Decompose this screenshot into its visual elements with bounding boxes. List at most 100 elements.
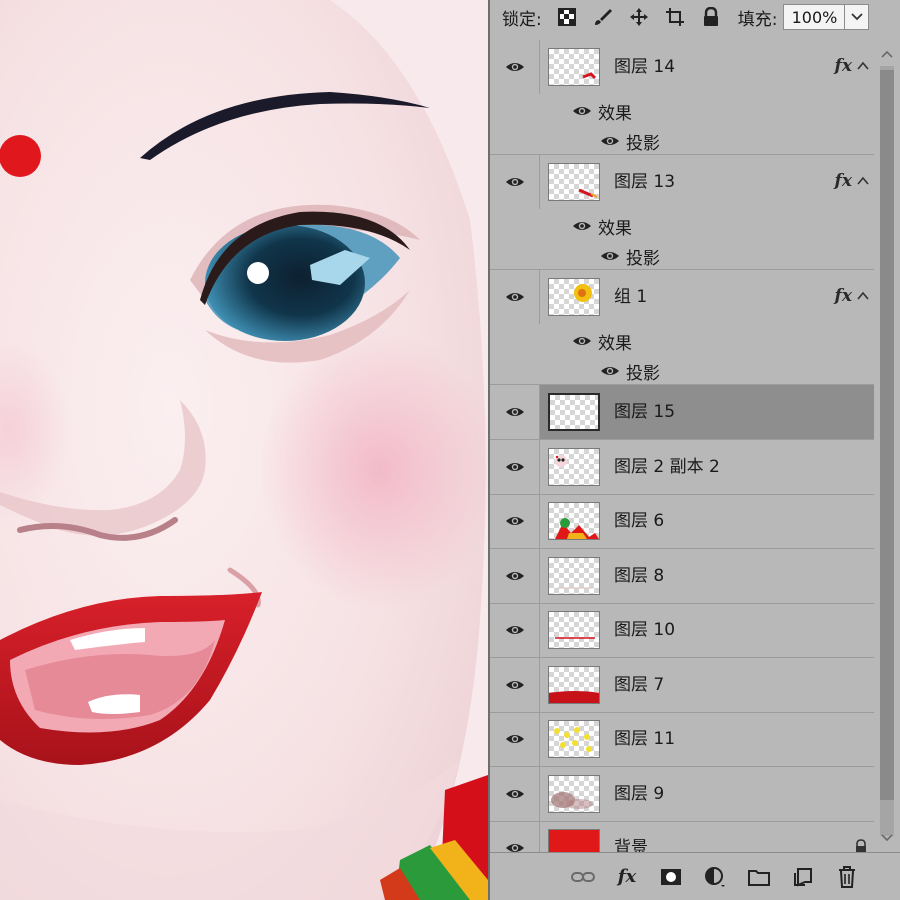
effects-row[interactable]: 效果	[572, 326, 632, 356]
fx-badge-icon[interactable]: fx	[835, 56, 852, 76]
visibility-eye-icon[interactable]	[490, 712, 540, 766]
lock-artboard-icon[interactable]	[664, 6, 686, 28]
layer-thumbnail[interactable]	[548, 278, 600, 316]
lock-transparent-icon[interactable]	[556, 6, 578, 28]
effects-visibility-eye-icon[interactable]	[572, 335, 592, 347]
layer-name[interactable]: 图层 10	[614, 603, 675, 657]
collapse-effects-icon[interactable]	[856, 173, 870, 187]
layer-thumbnail[interactable]	[548, 502, 600, 540]
scroll-thumb[interactable]	[880, 70, 894, 800]
visibility-eye-icon[interactable]	[490, 385, 540, 439]
drop-shadow-row[interactable]: 投影	[600, 241, 660, 271]
visibility-eye-icon[interactable]	[490, 40, 540, 94]
layer-name[interactable]: 图层 14	[614, 40, 675, 94]
layer-row[interactable]: 图层 10	[490, 603, 874, 658]
effects-row[interactable]: 效果	[572, 211, 632, 241]
canvas-artwork[interactable]	[0, 0, 488, 900]
drop-shadow-row[interactable]: 投影	[600, 126, 660, 156]
drop-shadow-visibility-eye-icon[interactable]	[600, 365, 620, 377]
layer-list: 图层 14 fx 效果 投影 图层 13 fx 效果 投影组 1 fx 效果 投影 图层 15 图层 2…	[490, 40, 874, 852]
layer-row[interactable]: 图层 9	[490, 767, 874, 822]
visibility-eye-icon[interactable]	[490, 440, 540, 494]
add-mask-icon[interactable]	[656, 862, 686, 892]
layer-thumbnail[interactable]	[548, 393, 600, 431]
layer-row-main[interactable]: 图层 6	[540, 494, 874, 548]
layer-thumbnail[interactable]	[548, 829, 600, 852]
adjustment-layer-icon[interactable]	[700, 862, 730, 892]
layer-row[interactable]: 图层 7	[490, 658, 874, 713]
layer-name[interactable]: 图层 2 副本 2	[614, 440, 720, 494]
visibility-eye-icon[interactable]	[490, 494, 540, 548]
layer-row-main[interactable]: 图层 10	[540, 603, 874, 657]
effects-row[interactable]: 效果	[572, 96, 632, 126]
collapse-effects-icon[interactable]	[856, 58, 870, 72]
visibility-eye-icon[interactable]	[490, 155, 540, 209]
layer-row-main[interactable]: 图层 7	[540, 658, 874, 712]
lock-position-move-icon[interactable]	[628, 6, 650, 28]
fx-badge-icon[interactable]: fx	[835, 286, 852, 306]
layer-name[interactable]: 组 1	[614, 270, 647, 324]
layer-row[interactable]: 图层 8	[490, 549, 874, 604]
drop-shadow-label: 投影	[626, 133, 660, 154]
layer-row[interactable]: 图层 15	[490, 385, 874, 440]
layer-thumbnail[interactable]	[548, 666, 600, 704]
lock-image-brush-icon[interactable]	[592, 6, 614, 28]
layer-row-main[interactable]: 图层 15	[540, 385, 874, 439]
delete-trash-icon[interactable]	[832, 862, 862, 892]
layer-thumbnail[interactable]	[548, 48, 600, 86]
scroll-down-icon[interactable]	[880, 830, 894, 846]
layer-row[interactable]: 组 1 fx 效果 投影	[490, 270, 874, 385]
visibility-eye-icon[interactable]	[490, 270, 540, 324]
drop-shadow-row[interactable]: 投影	[600, 356, 660, 386]
layer-name[interactable]: 图层 7	[614, 658, 664, 712]
layer-thumbnail[interactable]	[548, 720, 600, 758]
layer-thumbnail[interactable]	[548, 611, 600, 649]
layer-name[interactable]: 图层 8	[614, 549, 664, 603]
new-layer-icon[interactable]	[788, 862, 818, 892]
layer-name[interactable]: 背景	[614, 821, 648, 852]
visibility-eye-icon[interactable]	[490, 821, 540, 852]
layer-thumbnail[interactable]	[548, 163, 600, 201]
lock-all-padlock-icon[interactable]	[700, 6, 722, 28]
layer-name[interactable]: 图层 6	[614, 494, 664, 548]
layer-row-main[interactable]: 组 1 fx	[540, 270, 874, 324]
visibility-eye-icon[interactable]	[490, 767, 540, 821]
visibility-eye-icon[interactable]	[490, 603, 540, 657]
layer-name[interactable]: 图层 9	[614, 767, 664, 821]
layer-row[interactable]: 图层 11	[490, 712, 874, 767]
layer-row[interactable]: 图层 2 副本 2	[490, 440, 874, 495]
layers-panel: 锁定: 填充: 100% 图层 14 fx 效果 投影 图层 13 fx 效果 投影组 1 fx…	[488, 0, 900, 900]
layer-row[interactable]: 图层 13 fx 效果 投影	[490, 155, 874, 270]
visibility-eye-icon[interactable]	[490, 549, 540, 603]
layer-row-main[interactable]: 图层 2 副本 2	[540, 440, 874, 494]
layer-row-main[interactable]: 图层 13 fx	[540, 155, 874, 209]
layer-name[interactable]: 图层 13	[614, 155, 675, 209]
layer-row-main[interactable]: 背景	[540, 821, 874, 852]
layer-thumbnail[interactable]	[548, 775, 600, 813]
layer-name[interactable]: 图层 15	[614, 385, 675, 439]
effects-visibility-eye-icon[interactable]	[572, 105, 592, 117]
layer-row[interactable]: 背景	[490, 821, 874, 852]
layer-row-main[interactable]: 图层 11	[540, 712, 874, 766]
collapse-effects-icon[interactable]	[856, 288, 870, 302]
layer-row[interactable]: 图层 6	[490, 494, 874, 549]
layers-scrollbar[interactable]	[874, 40, 900, 852]
drop-shadow-visibility-eye-icon[interactable]	[600, 250, 620, 262]
link-layers-icon[interactable]	[568, 862, 598, 892]
layer-row-main[interactable]: 图层 8	[540, 549, 874, 603]
layer-row-main[interactable]: 图层 14 fx	[540, 40, 874, 94]
fill-input[interactable]: 100%	[783, 4, 846, 30]
layer-thumbnail[interactable]	[548, 448, 600, 486]
effects-visibility-eye-icon[interactable]	[572, 220, 592, 232]
layer-thumbnail[interactable]	[548, 557, 600, 595]
scroll-up-icon[interactable]	[880, 46, 894, 62]
layer-row-main[interactable]: 图层 9	[540, 767, 874, 821]
layer-row[interactable]: 图层 14 fx 效果投影	[490, 40, 874, 155]
fx-badge-icon[interactable]: fx	[835, 171, 852, 191]
layer-name[interactable]: 图层 11	[614, 712, 675, 766]
drop-shadow-visibility-eye-icon[interactable]	[600, 135, 620, 147]
new-group-folder-icon[interactable]	[744, 862, 774, 892]
visibility-eye-icon[interactable]	[490, 658, 540, 712]
chevron-down-icon[interactable]	[845, 4, 870, 30]
fx-icon[interactable]: fx	[612, 862, 642, 892]
